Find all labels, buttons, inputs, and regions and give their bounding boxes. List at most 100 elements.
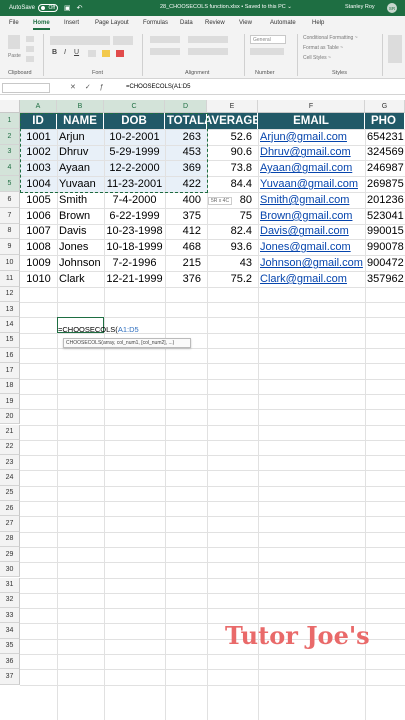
save-icon[interactable]: ▣	[64, 4, 71, 12]
font-name-select[interactable]	[50, 36, 110, 45]
row-header-23[interactable]: 23	[0, 455, 20, 471]
table-cell[interactable]: 73.8	[207, 160, 258, 176]
email-link[interactable]: Smith@gmail.com	[258, 192, 365, 208]
table-cell[interactable]: 468	[165, 239, 207, 255]
row-header-16[interactable]: 16	[0, 348, 20, 364]
bold-icon[interactable]: B	[52, 49, 57, 56]
table-header-cell[interactable]: PHO	[365, 113, 405, 129]
row-header-35[interactable]: 35	[0, 638, 20, 654]
table-cell[interactable]: 246987	[365, 160, 405, 176]
tab-formulas[interactable]: Formulas	[143, 20, 168, 26]
table-cell[interactable]: 269875	[365, 176, 405, 192]
table-cell[interactable]: 1009	[20, 255, 57, 271]
table-cell[interactable]: Davis	[57, 224, 104, 240]
table-cell[interactable]: 357962	[365, 271, 405, 287]
function-tooltip[interactable]: CHOOSECOLS(array, col_num1, [col_num2], …	[63, 338, 191, 348]
tab-file[interactable]: File	[9, 20, 19, 26]
copy-icon[interactable]	[26, 46, 34, 52]
align-left-icon[interactable]	[150, 48, 180, 55]
row-header-10[interactable]: 10	[0, 255, 20, 271]
merge-center-icon[interactable]	[188, 48, 228, 55]
wrap-text-icon[interactable]	[188, 36, 228, 43]
table-cell[interactable]: Clark	[57, 271, 104, 287]
email-link[interactable]: Clark@gmail.com	[258, 271, 365, 287]
email-link[interactable]: Arjun@gmail.com	[258, 129, 365, 145]
row-header-33[interactable]: 33	[0, 608, 20, 624]
row-header-6[interactable]: 6	[0, 192, 20, 208]
row-header-1[interactable]: 1	[0, 113, 20, 129]
formula-icons[interactable]: ✕✓ƒ	[70, 83, 113, 91]
avatar[interactable]: SR	[387, 3, 397, 13]
table-cell[interactable]: 84.4	[207, 176, 258, 192]
table-cell[interactable]: 1007	[20, 224, 57, 240]
table-cell[interactable]: 412	[165, 224, 207, 240]
row-header-29[interactable]: 29	[0, 546, 20, 563]
row-header-19[interactable]: 19	[0, 393, 20, 410]
table-cell[interactable]: 900472	[365, 255, 405, 271]
email-link[interactable]: Ayaan@gmail.com	[258, 160, 365, 176]
row-header-7[interactable]: 7	[0, 207, 20, 224]
row-header-4[interactable]: 4	[0, 160, 20, 177]
undo-icon[interactable]: ↶	[77, 4, 83, 12]
font-color-icon[interactable]	[116, 50, 124, 57]
table-cell[interactable]: Johnson	[57, 255, 104, 271]
currency-icon[interactable]	[250, 48, 284, 55]
conditional-formatting-button[interactable]: Conditional Formatting ~	[303, 35, 358, 41]
table-cell[interactable]: 375	[165, 208, 207, 224]
table-cell[interactable]: 1010	[20, 271, 57, 287]
table-cell[interactable]: 75	[207, 208, 258, 224]
email-link[interactable]: Dhruv@gmail.com	[258, 145, 365, 161]
row-header-11[interactable]: 11	[0, 271, 20, 287]
table-cell[interactable]: 7-4-2000	[104, 192, 165, 208]
tab-home[interactable]: Home	[33, 20, 50, 30]
table-cell[interactable]: 376	[165, 271, 207, 287]
cut-icon[interactable]	[26, 36, 34, 42]
table-cell[interactable]: 6-22-1999	[104, 208, 165, 224]
row-header-26[interactable]: 26	[0, 501, 20, 517]
email-link[interactable]: Davis@gmail.com	[258, 224, 365, 240]
table-cell[interactable]: 201236	[365, 192, 405, 208]
table-cell[interactable]: 10-23-1998	[104, 224, 165, 240]
file-name[interactable]: 28_CHOOSECOLS function.xlsx • Saved to t…	[160, 4, 292, 10]
row-header-32[interactable]: 32	[0, 592, 20, 609]
table-cell[interactable]: 7-2-1996	[104, 255, 165, 271]
row-header-17[interactable]: 17	[0, 363, 20, 379]
row-header-28[interactable]: 28	[0, 531, 20, 547]
autosave-toggle[interactable]: Off	[38, 4, 59, 12]
tab-view[interactable]: View	[239, 20, 252, 26]
table-cell[interactable]: 990078	[365, 239, 405, 255]
tab-automate[interactable]: Automate	[270, 20, 296, 26]
email-link[interactable]: Jones@gmail.com	[258, 239, 365, 255]
column-header-f[interactable]: F	[258, 100, 365, 113]
borders-icon[interactable]	[88, 50, 96, 57]
row-header-9[interactable]: 9	[0, 239, 20, 256]
table-cell[interactable]: 324569	[365, 145, 405, 161]
table-cell[interactable]: Brown	[57, 208, 104, 224]
column-header-a[interactable]: A	[20, 100, 57, 113]
table-cell[interactable]: 990015	[365, 224, 405, 240]
align-top-icon[interactable]	[150, 36, 180, 43]
row-header-22[interactable]: 22	[0, 439, 20, 456]
row-header-21[interactable]: 21	[0, 424, 20, 440]
table-cell[interactable]: 1006	[20, 208, 57, 224]
font-size-select[interactable]	[113, 36, 133, 45]
table-cell[interactable]: 1008	[20, 239, 57, 255]
email-link[interactable]: Brown@gmail.com	[258, 208, 365, 224]
format-painter-icon[interactable]	[26, 56, 34, 62]
row-header-2[interactable]: 2	[0, 128, 20, 145]
table-header-cell[interactable]: AVERAGE	[204, 113, 260, 129]
column-header-b[interactable]: B	[57, 100, 104, 113]
format-as-table-button[interactable]: Format as Table ~	[303, 45, 343, 51]
table-cell[interactable]: 90.6	[207, 145, 258, 161]
row-header-25[interactable]: 25	[0, 485, 20, 501]
italic-icon[interactable]: I	[64, 49, 66, 56]
table-cell[interactable]: 523041	[365, 208, 405, 224]
paste-icon[interactable]	[8, 35, 20, 49]
row-header-5[interactable]: 5	[0, 176, 20, 192]
underline-icon[interactable]: U	[74, 49, 79, 56]
row-header-8[interactable]: 8	[0, 223, 20, 240]
column-header-g[interactable]: G	[365, 100, 405, 113]
row-header-13[interactable]: 13	[0, 302, 20, 318]
table-cell[interactable]: 52.6	[207, 129, 258, 145]
row-header-31[interactable]: 31	[0, 577, 20, 593]
